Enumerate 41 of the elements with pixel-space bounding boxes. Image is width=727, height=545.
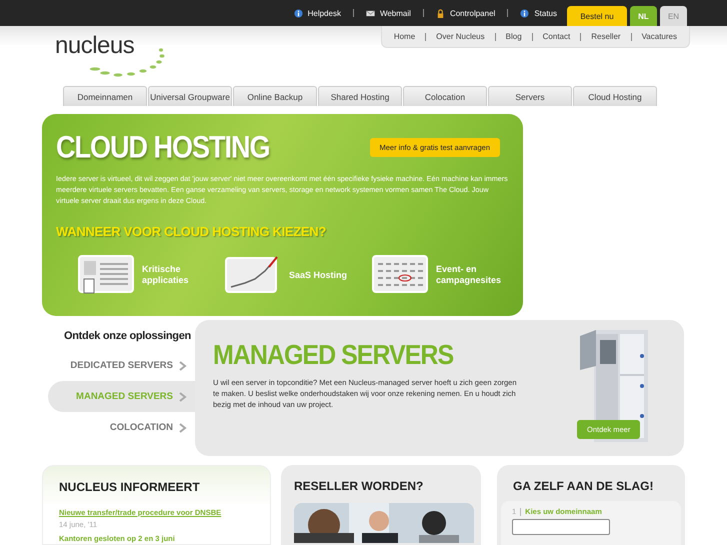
nav-link[interactable]: Vacatures bbox=[642, 32, 677, 41]
chevron-icon bbox=[179, 422, 187, 432]
feature-label: Event- en campagnesites bbox=[436, 264, 502, 286]
banner-title: CLOUD HOSTING bbox=[56, 130, 270, 166]
feature-label: SaaS Hosting bbox=[289, 270, 348, 280]
domain-input[interactable] bbox=[512, 519, 610, 536]
product-tab[interactable]: Shared Hosting bbox=[318, 86, 402, 106]
nav-link[interactable]: Contact bbox=[542, 32, 570, 41]
calendar-icon bbox=[372, 255, 428, 295]
utility-link[interactable]: Helpdesk bbox=[294, 8, 341, 18]
info-icon bbox=[520, 8, 530, 18]
product-tab[interactable]: Cloud Hosting bbox=[573, 86, 657, 106]
lock-icon bbox=[436, 8, 445, 18]
solution-item[interactable]: DEDICATED SERVERS bbox=[48, 350, 195, 381]
banner-subtitle: WANNEER VOOR CLOUD HOSTING KIEZEN? bbox=[56, 224, 328, 239]
solutions-heading: Ontdek onze oplossingen bbox=[63, 330, 192, 342]
nav-link[interactable]: Over Nucleus bbox=[436, 32, 485, 41]
utility-link[interactable]: Webmail bbox=[366, 8, 411, 18]
order-button[interactable]: Bestel nu bbox=[567, 6, 627, 26]
chevron-icon bbox=[179, 392, 187, 402]
logo-text[interactable]: nucleus bbox=[55, 34, 165, 58]
feature-label: Kritische applicaties bbox=[142, 264, 190, 286]
nav-link[interactable]: Home bbox=[394, 32, 416, 41]
card-title: GA ZELF AAN DE SLAG! bbox=[512, 479, 654, 493]
mail-icon bbox=[366, 8, 375, 18]
product-tab[interactable]: Colocation bbox=[403, 86, 487, 106]
chevron-icon bbox=[179, 360, 187, 370]
id-card-icon bbox=[78, 255, 134, 295]
product-tab[interactable]: Universal Groupware bbox=[148, 86, 232, 106]
utility-link[interactable]: Status bbox=[520, 8, 557, 18]
nav-link[interactable]: Reseller bbox=[591, 32, 621, 41]
card-title: NUCLEUS INFORMEERT bbox=[59, 480, 201, 494]
card-title: RESELLER WORDEN? bbox=[293, 479, 424, 493]
info-icon bbox=[294, 8, 303, 18]
product-tab[interactable]: Domeinnamen bbox=[63, 86, 147, 106]
panel-title: MANAGED SERVERS bbox=[213, 340, 454, 372]
product-tab[interactable]: Online Backup bbox=[233, 86, 317, 106]
nav-link[interactable]: Blog bbox=[506, 32, 522, 41]
product-tab[interactable]: Servers bbox=[488, 86, 572, 106]
utility-link[interactable]: Controlpanel bbox=[436, 8, 496, 18]
solution-item[interactable]: COLOCATION bbox=[48, 412, 195, 443]
